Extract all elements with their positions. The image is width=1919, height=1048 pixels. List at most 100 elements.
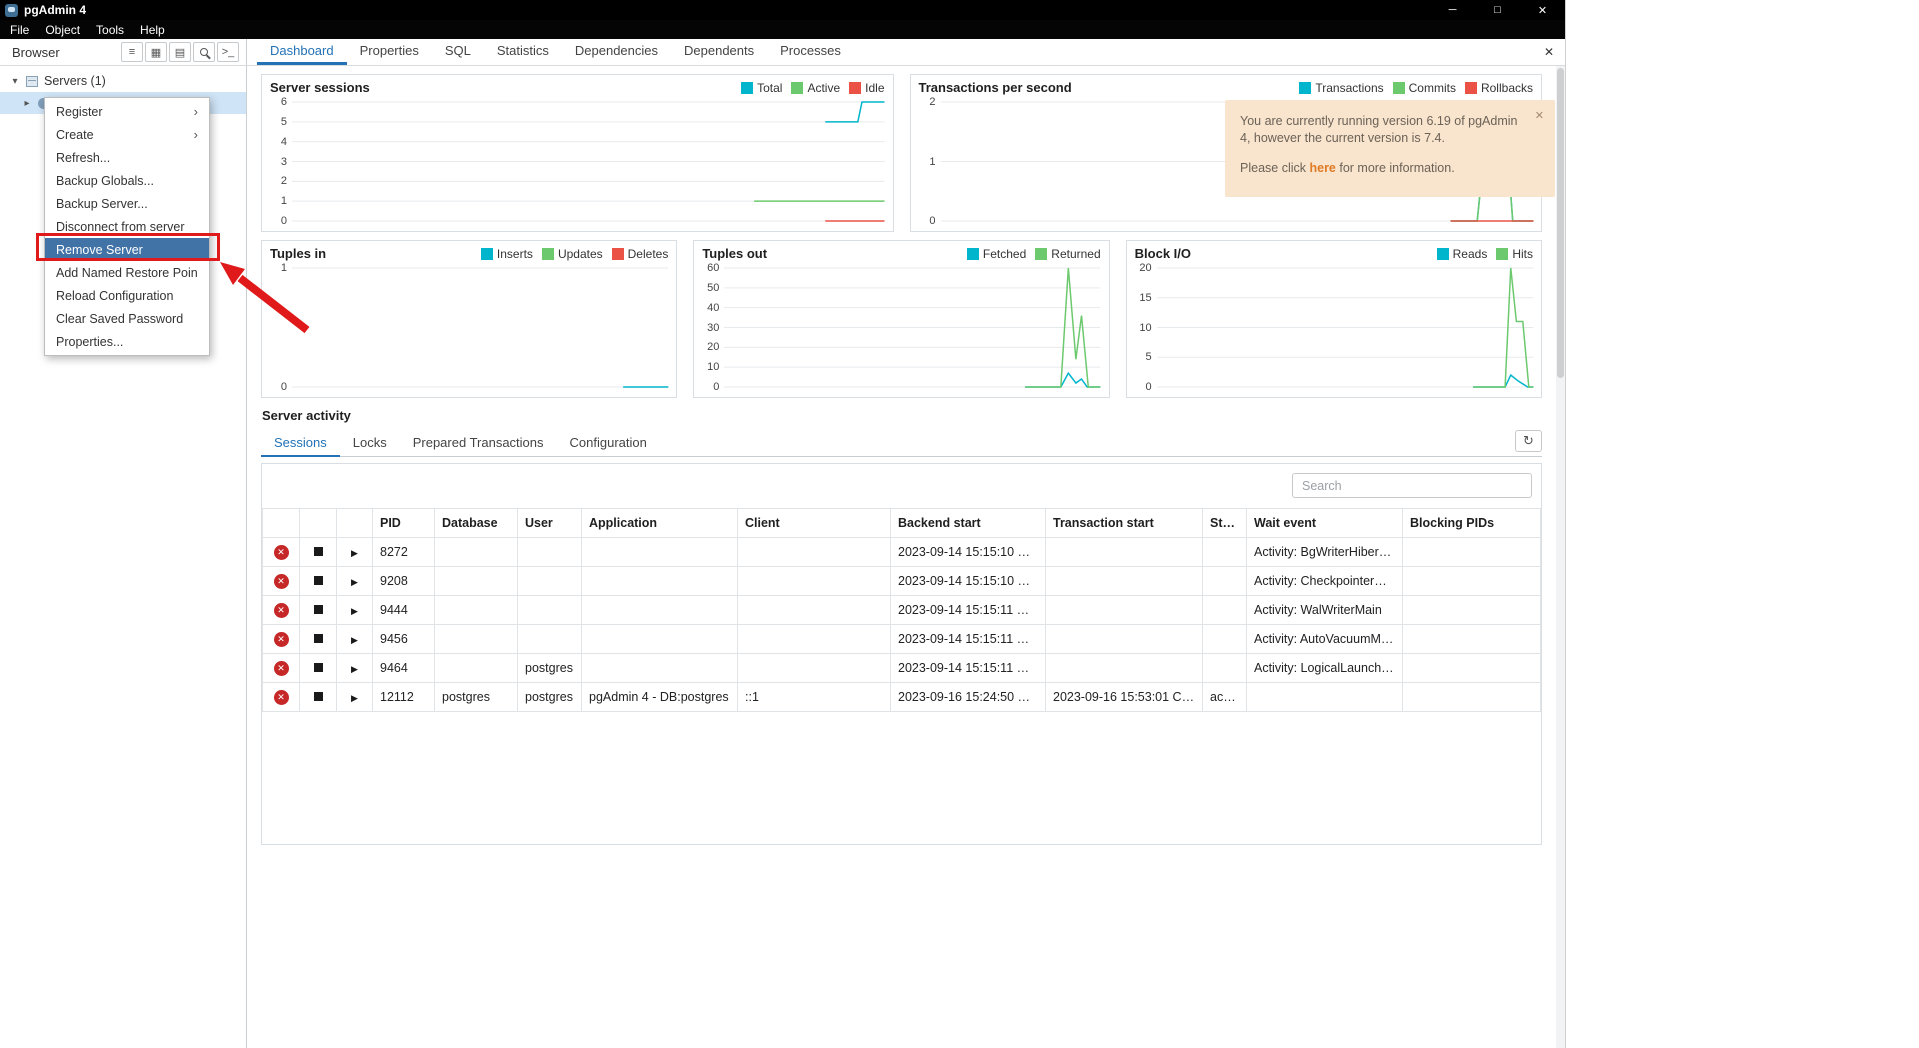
cancel-cell: ✕	[263, 538, 300, 567]
context-menu-item-clear-saved-password[interactable]: Clear Saved Password	[45, 307, 209, 330]
tab-processes[interactable]: Processes	[767, 39, 854, 65]
terminate-cell	[300, 625, 337, 654]
y-tick-label: 1	[929, 156, 935, 168]
menu-file[interactable]: File	[2, 23, 37, 37]
terminate-session-icon[interactable]	[314, 547, 323, 556]
cancel-query-icon[interactable]: ✕	[274, 632, 289, 647]
cell-transaction-start	[1046, 596, 1203, 625]
tab-sql[interactable]: SQL	[432, 39, 484, 65]
terminal-icon[interactable]: >_	[217, 42, 239, 62]
context-menu-item-backup-server[interactable]: Backup Server...	[45, 192, 209, 215]
chart-header: Transactions per secondTransactionsCommi…	[911, 75, 1542, 96]
cancel-column-header[interactable]	[263, 509, 300, 538]
expand-column-header[interactable]	[337, 509, 373, 538]
activity-tab-configuration[interactable]: Configuration	[557, 429, 660, 457]
cancel-query-icon[interactable]: ✕	[274, 661, 289, 676]
column-header-wait-event[interactable]: Wait event	[1247, 509, 1403, 538]
cell-pid: 8272	[373, 538, 435, 567]
legend-label: Reads	[1453, 247, 1488, 261]
column-header-client[interactable]: Client	[738, 509, 891, 538]
menu-tools[interactable]: Tools	[88, 23, 132, 37]
context-menu-item-remove-server[interactable]: Remove Server	[45, 238, 209, 261]
column-header-user[interactable]: User	[518, 509, 582, 538]
cancel-query-icon[interactable]: ✕	[274, 574, 289, 589]
cell-client	[738, 596, 891, 625]
context-menu-item-backup-globals[interactable]: Backup Globals...	[45, 169, 209, 192]
legend-label: Deletes	[628, 247, 669, 261]
panel-close-icon[interactable]: ✕	[1533, 39, 1565, 65]
tab-properties[interactable]: Properties	[347, 39, 432, 65]
tab-dashboard[interactable]: Dashboard	[257, 39, 347, 65]
column-header-backend-start[interactable]: Backend start	[891, 509, 1046, 538]
expand-row-icon[interactable]: ▶	[351, 635, 358, 645]
terminate-session-icon[interactable]	[314, 634, 323, 643]
context-menu-item-label: Create	[56, 128, 188, 142]
context-menu-item-add-named-restore-point[interactable]: Add Named Restore Point...	[45, 261, 209, 284]
terminate-session-icon[interactable]	[314, 576, 323, 585]
expand-row-icon[interactable]: ▶	[351, 577, 358, 587]
maximize-button[interactable]: □	[1475, 0, 1520, 20]
tree-item-servers[interactable]: ▾ Servers (1)	[0, 70, 246, 92]
chart-header: Tuples outFetchedReturned	[694, 241, 1108, 262]
tab-dependents[interactable]: Dependents	[671, 39, 767, 65]
vertical-scrollbar[interactable]	[1556, 66, 1565, 1048]
context-menu-item-refresh[interactable]: Refresh...	[45, 146, 209, 169]
column-header-state[interactable]: State	[1203, 509, 1247, 538]
column-header-transaction-start[interactable]: Transaction start	[1046, 509, 1203, 538]
tab-dependencies[interactable]: Dependencies	[562, 39, 671, 65]
series-line-reads	[1473, 375, 1533, 387]
context-menu-item-label: Clear Saved Password	[56, 312, 198, 326]
activity-tab-prepared-transactions[interactable]: Prepared Transactions	[400, 429, 557, 457]
series-line-total	[825, 102, 884, 122]
expand-row-icon[interactable]: ▶	[351, 548, 358, 558]
search-row	[262, 464, 1541, 508]
search-input[interactable]	[1292, 473, 1532, 498]
toast-close-icon[interactable]: ✕	[1535, 109, 1544, 124]
refresh-button[interactable]: ↻	[1515, 430, 1542, 452]
column-header-database[interactable]: Database	[435, 509, 518, 538]
expand-row-icon[interactable]: ▶	[351, 606, 358, 616]
activity-tab-sessions[interactable]: Sessions	[261, 429, 340, 457]
menu-object[interactable]: Object	[37, 23, 88, 37]
column-header-blocking-pids[interactable]: Blocking PIDs	[1403, 509, 1541, 538]
cell-backend-start: 2023-09-14 15:15:10 CST	[891, 567, 1046, 596]
terminate-session-icon[interactable]	[314, 692, 323, 701]
cancel-query-icon[interactable]: ✕	[274, 690, 289, 705]
search-icon[interactable]	[193, 42, 215, 62]
context-menu-item-properties[interactable]: Properties...	[45, 330, 209, 353]
terminate-session-icon[interactable]	[314, 663, 323, 672]
chevron-right-icon[interactable]: ▸	[20, 98, 34, 109]
terminate-session-icon[interactable]	[314, 605, 323, 614]
cell-blocking-pids	[1403, 596, 1541, 625]
grid-icon[interactable]: ▦	[145, 42, 167, 62]
legend-label: Commits	[1409, 81, 1456, 95]
chevron-down-icon[interactable]: ▾	[8, 76, 22, 87]
expand-row-icon[interactable]: ▶	[351, 693, 358, 703]
sessions-table-header: PIDDatabaseUserApplicationClientBackend …	[263, 509, 1541, 538]
column-header-application[interactable]: Application	[582, 509, 738, 538]
column-header-pid[interactable]: PID	[373, 509, 435, 538]
terminate-column-header[interactable]	[300, 509, 337, 538]
context-menu-item-register[interactable]: Register›	[45, 100, 209, 123]
filter-grid-icon[interactable]: ▤	[169, 42, 191, 62]
context-menu-item-reload-configuration[interactable]: Reload Configuration	[45, 284, 209, 307]
cell-backend-start: 2023-09-16 15:24:50 CST	[891, 683, 1046, 712]
minimize-button[interactable]: ─	[1430, 0, 1475, 20]
context-menu-item-disconnect-from-server[interactable]: Disconnect from server	[45, 215, 209, 238]
menu-help[interactable]: Help	[132, 23, 173, 37]
tab-statistics[interactable]: Statistics	[484, 39, 562, 65]
context-menu-item-create[interactable]: Create›	[45, 123, 209, 146]
activity-tab-locks[interactable]: Locks	[340, 429, 400, 457]
cancel-query-icon[interactable]: ✕	[274, 603, 289, 618]
close-button[interactable]: ✕	[1520, 0, 1565, 20]
tree-item-servers-label: Servers (1)	[44, 74, 106, 88]
cancel-query-icon[interactable]: ✕	[274, 545, 289, 560]
here-link[interactable]: here	[1309, 161, 1335, 175]
y-tick-label: 1	[281, 195, 287, 207]
scrollbar-thumb[interactable]	[1557, 68, 1564, 378]
cell-wait-event: Activity: LogicalLauncherM...	[1247, 654, 1403, 683]
expand-row-icon[interactable]: ▶	[351, 664, 358, 674]
terminate-cell	[300, 654, 337, 683]
object-explorer-icon[interactable]: ≡	[121, 42, 143, 62]
sessions-panel: PIDDatabaseUserApplicationClientBackend …	[261, 463, 1542, 845]
